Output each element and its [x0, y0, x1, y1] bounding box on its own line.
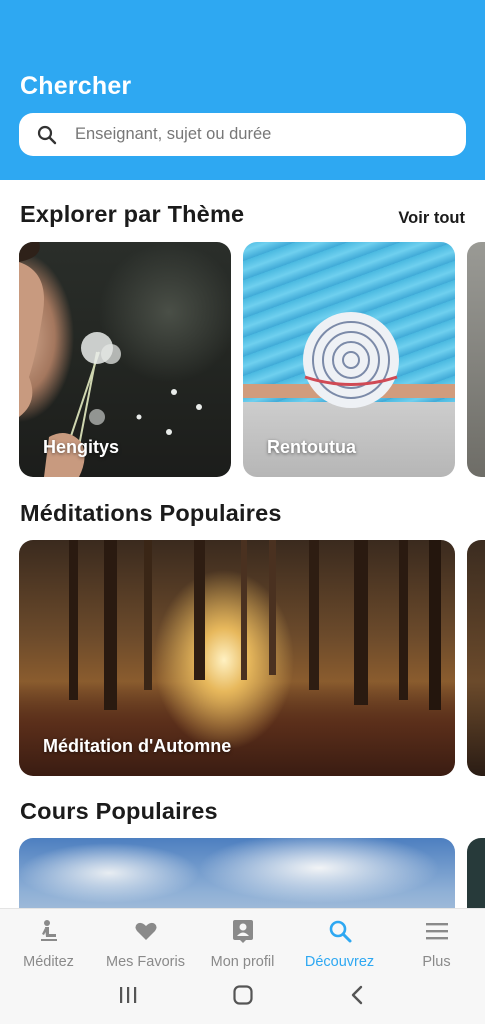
tab-mes-favoris[interactable]: Mes Favoris [97, 909, 194, 970]
tab-plus[interactable]: Plus [388, 909, 485, 970]
header: Chercher [0, 0, 485, 180]
home-icon[interactable] [230, 982, 256, 1013]
theme-card-peek[interactable] [467, 242, 485, 477]
tab-label: Plus [422, 954, 451, 970]
tab-label: Découvrez [304, 954, 375, 970]
recent-apps-icon[interactable] [115, 982, 141, 1013]
system-navigation-bar [0, 970, 485, 1024]
meditation-card-peek[interactable] [467, 540, 485, 776]
search-bar[interactable] [19, 113, 466, 156]
search-icon [327, 918, 353, 949]
profile-card-icon [230, 918, 256, 949]
back-icon[interactable] [345, 982, 371, 1013]
tab-decouvrez[interactable]: Découvrez [291, 909, 388, 970]
tab-label: Méditez [23, 954, 74, 970]
menu-icon [424, 918, 450, 949]
search-icon [34, 122, 60, 148]
meditation-card-automne[interactable]: Méditation d'Automne [19, 540, 455, 776]
theme-card-label: Hengitys [43, 437, 120, 457]
theme-card-rentoutua[interactable]: Rentoutua [243, 242, 455, 477]
bottom-tab-bar: Méditez Mes Favoris Mon profil Découvrez… [0, 908, 485, 970]
themes-section-title: Explorer par Thème [20, 201, 245, 227]
meditation-person-icon [36, 918, 62, 949]
meditation-card-label: Méditation d'Automne [43, 736, 232, 756]
theme-card-label: Rentoutua [267, 437, 356, 457]
meditations-section-title: Méditations Populaires [20, 500, 282, 526]
tab-label: Mes Favoris [106, 954, 185, 970]
tab-meditez[interactable]: Méditez [0, 909, 97, 970]
theme-card-hengitys[interactable]: Hengitys [19, 242, 231, 477]
tab-mon-profil[interactable]: Mon profil [194, 909, 291, 970]
tab-label: Mon profil [210, 954, 275, 970]
courses-section-title: Cours Populaires [20, 798, 218, 824]
heart-icon [133, 918, 159, 949]
see-all-link[interactable]: Voir tout [398, 209, 465, 228]
search-input[interactable] [75, 125, 445, 144]
page-title: Chercher [20, 72, 132, 100]
